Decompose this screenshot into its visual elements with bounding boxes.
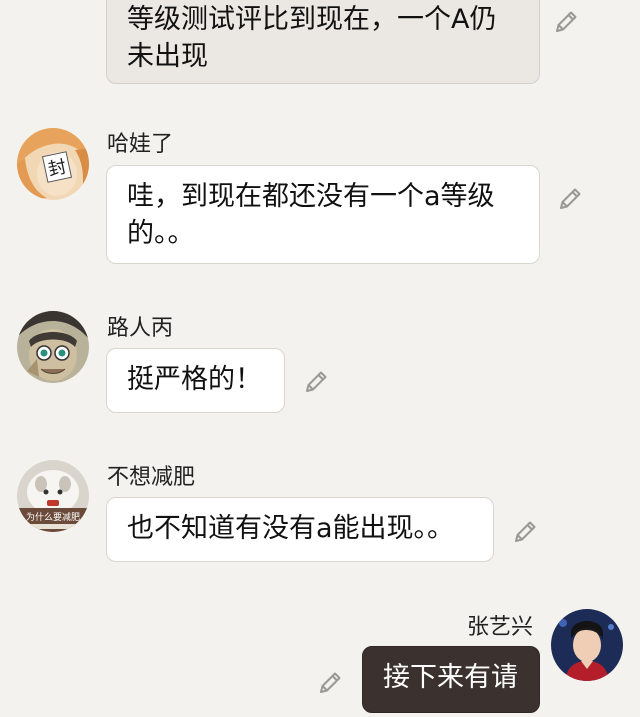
pencil-icon[interactable]	[556, 185, 584, 213]
message-text: 哇，到现在都还没有一个a等级的。。	[127, 181, 495, 249]
avatar[interactable]	[17, 311, 89, 383]
avatar[interactable]: 封	[17, 128, 89, 200]
sender-name: 路人丙	[107, 316, 174, 341]
message-text: 等级测试评比到现在，一个A仍未出现	[127, 4, 497, 72]
avatar-caption: 为什么要减肥	[26, 511, 80, 523]
message-row: 张艺兴 接下来有请	[0, 609, 640, 717]
sender-name: 不想减肥	[107, 465, 196, 490]
pencil-icon[interactable]	[511, 518, 539, 546]
pencil-icon[interactable]	[552, 8, 580, 36]
message-bubble[interactable]: 等级测试评比到现在，一个A仍未出现	[106, 0, 540, 84]
message-bubble[interactable]: 也不知道有没有a能出现。。	[106, 497, 494, 562]
message-bubble[interactable]: 挺严格的！	[106, 348, 285, 413]
message-row: 封 哈娃了 哇，到现在都还没有一个a等级的。。	[0, 128, 640, 268]
chat-thread: 等级测试评比到现在，一个A仍未出现 封 哈娃了 哇，到现在都还没有一个a等级的。…	[0, 0, 640, 717]
message-text: 也不知道有没有a能出现。。	[127, 513, 455, 544]
avatar[interactable]: 为什么要减肥	[17, 460, 89, 532]
message-text: 接下来有请	[383, 662, 518, 693]
sender-name: 哈娃了	[107, 132, 174, 157]
message-row: 为什么要减肥 不想减肥 也不知道有没有a能出现。。	[0, 460, 640, 570]
pencil-icon[interactable]	[316, 669, 344, 697]
sender-name: 张艺兴	[467, 615, 534, 640]
message-bubble[interactable]: 接下来有请	[362, 646, 540, 713]
message-bubble[interactable]: 哇，到现在都还没有一个a等级的。。	[106, 165, 540, 264]
avatar[interactable]	[551, 609, 623, 681]
message-row: 路人丙 挺严格的！	[0, 311, 640, 421]
pencil-icon[interactable]	[302, 368, 330, 396]
message-row: 等级测试评比到现在，一个A仍未出现	[0, 0, 640, 90]
message-text: 挺严格的！	[127, 364, 262, 395]
